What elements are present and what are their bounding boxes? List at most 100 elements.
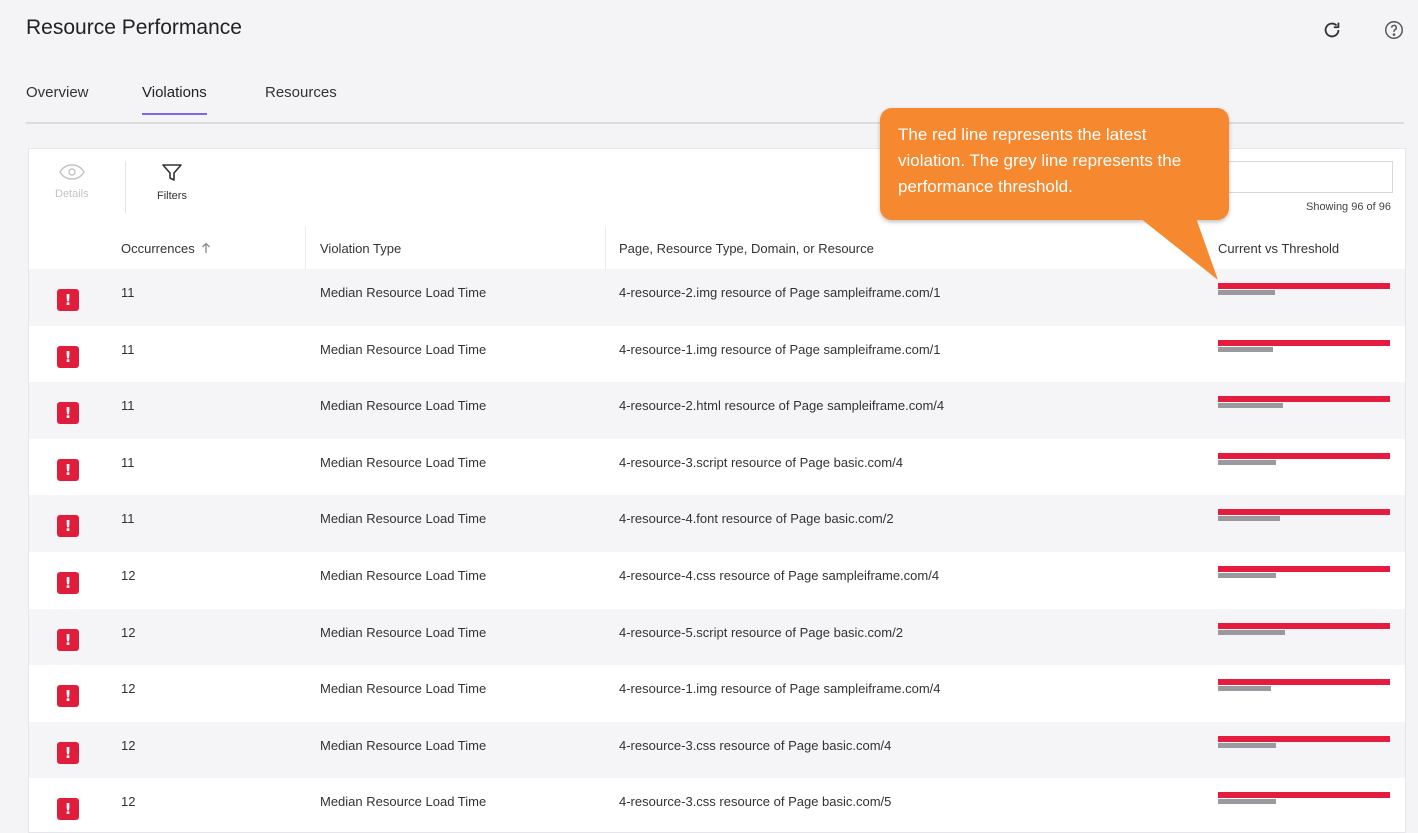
col-violation-type[interactable]: Violation Type bbox=[320, 241, 401, 256]
current-violation-bar bbox=[1218, 735, 1390, 742]
current-violation-bar bbox=[1218, 283, 1390, 289]
details-label: Details bbox=[55, 188, 89, 200]
error-icon: ! bbox=[57, 798, 79, 821]
table-row[interactable]: ! 11 Median Resource Load Time 4-resource-2… bbox=[29, 382, 1405, 439]
current-violation-bar bbox=[1218, 396, 1390, 403]
occurrences-cell: 12 bbox=[121, 794, 136, 810]
violation-type-cell: Median Resource Load Time bbox=[320, 398, 487, 414]
table-row[interactable]: ! 12 Median Resource Load Time 4-resource-5… bbox=[29, 608, 1405, 666]
table-row[interactable]: ! 12 Median Resource Load Time 4-resource-3… bbox=[29, 721, 1405, 779]
violation-type-cell: Median Resource Load Time bbox=[320, 285, 487, 300]
current-vs-threshold-bar bbox=[1218, 565, 1390, 582]
error-icon: ! bbox=[57, 685, 79, 708]
violation-type-cell: Median Resource Load Time bbox=[320, 681, 487, 697]
threshold-bar bbox=[1218, 742, 1277, 748]
current-violation-bar bbox=[1218, 679, 1390, 686]
occurrences-cell: 11 bbox=[121, 454, 135, 470]
error-icon: ! bbox=[57, 741, 79, 764]
table-row[interactable]: ! 12 Median Resource Load Time 4-resource-1… bbox=[29, 665, 1405, 722]
error-icon: ! bbox=[57, 402, 79, 425]
col-occurrences[interactable]: Occurrences bbox=[121, 241, 211, 256]
current-vs-threshold-bar bbox=[1218, 452, 1390, 469]
violation-type-cell: Median Resource Load Time bbox=[320, 511, 487, 527]
filters-label: Filters bbox=[157, 190, 187, 202]
current-vs-threshold-bar bbox=[1218, 622, 1390, 639]
violations-panel: Details Filters Showing 96 of 96 Occurre… bbox=[28, 148, 1406, 833]
resource-cell: 4-resource-1.img resource of Page sample… bbox=[619, 341, 941, 357]
current-vs-threshold-bar bbox=[1218, 509, 1390, 525]
table-row[interactable]: ! 12 Median Resource Load Time 4-resource-3… bbox=[29, 778, 1405, 832]
help-icon[interactable] bbox=[1382, 18, 1406, 42]
current-violation-bar bbox=[1218, 509, 1390, 516]
error-icon: ! bbox=[57, 289, 79, 311]
table-row[interactable]: ! 11 Median Resource Load Time 4-resource-3… bbox=[29, 439, 1405, 496]
refresh-icon[interactable] bbox=[1320, 18, 1344, 42]
filters-button[interactable]: Filters bbox=[157, 163, 187, 202]
current-violation-bar bbox=[1218, 565, 1390, 572]
current-vs-threshold-bar bbox=[1218, 396, 1390, 412]
occurrences-cell: 11 bbox=[121, 398, 135, 414]
resource-cell: 4-resource-4.css resource of Page sample… bbox=[619, 567, 940, 583]
resource-cell: 4-resource-3.script resource of Page bas… bbox=[619, 454, 903, 470]
toolbar-divider bbox=[125, 161, 126, 213]
resource-cell: 4-resource-2.html resource of Page sampl… bbox=[619, 398, 945, 414]
threshold-bar bbox=[1218, 686, 1272, 692]
threshold-bar bbox=[1218, 459, 1277, 465]
resource-cell: 4-resource-4.font resource of Page basic… bbox=[619, 511, 894, 527]
occurrences-cell: 11 bbox=[121, 511, 135, 527]
col-resource[interactable]: Page, Resource Type, Domain, or Resource bbox=[619, 241, 874, 256]
threshold-bar bbox=[1218, 799, 1277, 805]
tab-resources[interactable]: Resources bbox=[265, 84, 337, 113]
col-current-vs-threshold[interactable]: Current vs Threshold bbox=[1218, 241, 1339, 256]
occurrences-cell: 12 bbox=[121, 567, 136, 583]
violation-type-cell: Median Resource Load Time bbox=[320, 794, 487, 810]
resource-cell: 4-resource-5.script resource of Page bas… bbox=[619, 624, 903, 640]
threshold-bar bbox=[1218, 403, 1284, 409]
current-violation-bar bbox=[1218, 622, 1390, 629]
details-button[interactable]: Details bbox=[55, 163, 89, 200]
resource-cell: 4-resource-3.css resource of Page basic.… bbox=[619, 737, 892, 753]
resource-cell: 4-resource-2.img resource of Page sample… bbox=[619, 285, 941, 300]
occurrences-cell: 12 bbox=[121, 624, 136, 640]
error-icon: ! bbox=[57, 458, 79, 481]
threshold-bar bbox=[1218, 346, 1274, 352]
annotation-callout: The red line represents the latest viola… bbox=[880, 108, 1229, 220]
current-vs-threshold-bar bbox=[1218, 283, 1390, 299]
current-vs-threshold-bar bbox=[1218, 339, 1390, 356]
occurrences-cell: 12 bbox=[121, 681, 136, 697]
current-vs-threshold-bar bbox=[1218, 792, 1390, 808]
column-separator bbox=[605, 227, 606, 269]
col-occurrences-label: Occurrences bbox=[121, 241, 195, 256]
tab-overview[interactable]: Overview bbox=[26, 84, 89, 113]
violation-type-cell: Median Resource Load Time bbox=[320, 624, 487, 640]
table-row[interactable]: ! 11 Median Resource Load Time 4-resource-1… bbox=[29, 326, 1405, 383]
eye-icon bbox=[58, 164, 85, 180]
callout-text: The red line represents the latest viola… bbox=[898, 125, 1182, 196]
resource-cell: 4-resource-1.img resource of Page sample… bbox=[619, 681, 941, 697]
table-row[interactable]: ! 12 Median Resource Load Time 4-resource-4… bbox=[29, 552, 1405, 609]
arrow-up-icon bbox=[202, 242, 211, 253]
page-header: Resource Performance bbox=[0, 0, 1418, 60]
occurrences-cell: 11 bbox=[121, 341, 135, 357]
current-vs-threshold-bar bbox=[1218, 679, 1390, 695]
current-violation-bar bbox=[1218, 452, 1390, 459]
column-separator bbox=[305, 227, 306, 269]
violation-type-cell: Median Resource Load Time bbox=[320, 567, 487, 583]
error-icon: ! bbox=[57, 515, 79, 538]
table-row[interactable]: ! 11 Median Resource Load Time 4-resource-4… bbox=[29, 495, 1405, 552]
error-icon: ! bbox=[57, 628, 79, 651]
threshold-bar bbox=[1218, 516, 1280, 522]
current-violation-bar bbox=[1218, 792, 1390, 799]
tab-violations[interactable]: Violations bbox=[142, 84, 207, 115]
occurrences-cell: 11 bbox=[121, 285, 135, 300]
threshold-bar bbox=[1218, 629, 1286, 635]
error-icon: ! bbox=[57, 345, 79, 368]
violations-table-body: ! 11 Median Resource Load Time 4-resource-2… bbox=[29, 269, 1405, 832]
current-violation-bar bbox=[1218, 339, 1390, 346]
current-vs-threshold-bar bbox=[1218, 735, 1390, 752]
table-row[interactable]: ! 11 Median Resource Load Time 4-resource-2… bbox=[29, 269, 1405, 326]
error-icon: ! bbox=[57, 571, 79, 594]
violation-type-cell: Median Resource Load Time bbox=[320, 737, 487, 753]
page-title: Resource Performance bbox=[26, 16, 242, 39]
violation-type-cell: Median Resource Load Time bbox=[320, 454, 487, 470]
